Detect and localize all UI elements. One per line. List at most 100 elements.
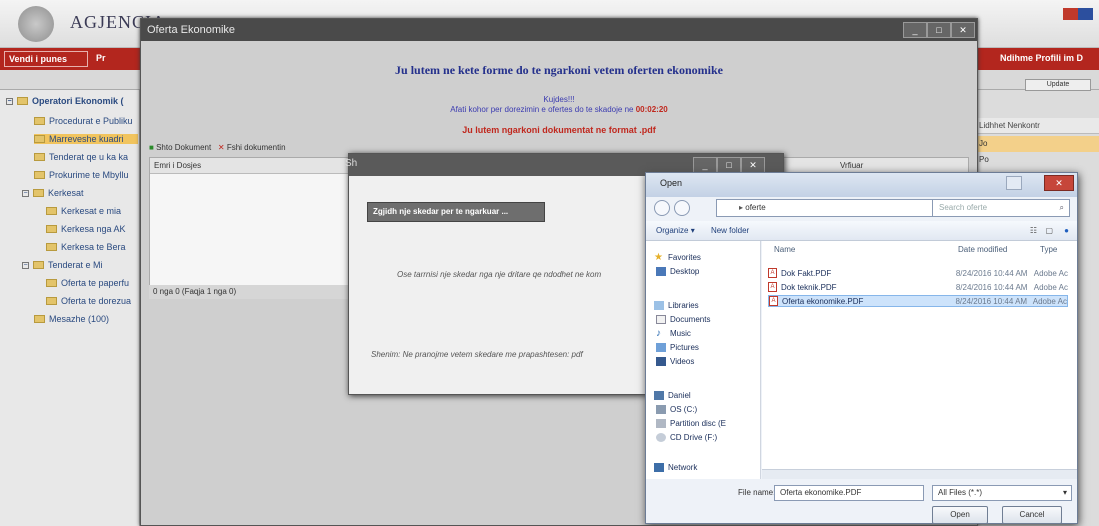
horizontal-scrollbar[interactable] <box>762 469 1077 479</box>
search-icon[interactable]: ⌕ <box>1060 200 1064 216</box>
nav-libraries[interactable]: Libraries <box>654 301 699 310</box>
nav-pictures[interactable]: Pictures <box>656 343 699 352</box>
nav-tab-pr[interactable]: Pr <box>96 53 106 63</box>
nav-music[interactable]: ♪ Music <box>656 328 691 339</box>
open-button[interactable]: Open <box>932 506 988 524</box>
file-type-select[interactable]: All Files (*.*) ▾ <box>932 485 1072 501</box>
view-icon[interactable]: ☷ <box>1030 221 1037 241</box>
sidebar-item-oferta-dorezuara[interactable]: Oferta te dorezua <box>46 296 131 306</box>
nav-cd-drive[interactable]: CD Drive (F:) <box>656 433 717 442</box>
nav-network[interactable]: Network <box>654 463 697 472</box>
nav-videos[interactable]: Videos <box>656 357 694 366</box>
folder-icon <box>33 261 44 269</box>
nav-partition[interactable]: Partition disc (E <box>656 419 726 428</box>
right-panel-row[interactable]: Po <box>975 152 1099 168</box>
collapse-icon[interactable]: − <box>22 261 29 269</box>
help-icon[interactable]: ● <box>1064 221 1069 241</box>
search-placeholder: Search oferte <box>939 203 988 212</box>
window-maximize-icon[interactable]: □ <box>927 22 951 38</box>
desktop-icon <box>656 267 666 276</box>
sidebar-item-oferta-paperfunduara[interactable]: Oferta te paperfu <box>46 278 129 288</box>
folder-icon <box>46 279 57 287</box>
nav-right-links[interactable]: Ndihme Profili im D <box>1000 53 1083 63</box>
nav-favorites[interactable]: ★ Favorites <box>654 252 701 263</box>
drive-icon <box>656 405 666 414</box>
forward-icon[interactable] <box>674 200 690 216</box>
folder-icon <box>33 189 44 197</box>
collapse-icon[interactable]: − <box>22 189 29 197</box>
right-panel-header: Lidhhet Nenkontr <box>975 118 1099 134</box>
upload-minimize-icon[interactable]: _ <box>693 157 717 173</box>
preview-icon[interactable]: ▢ <box>1045 221 1053 241</box>
deadline-text: Afati kohor per dorezimin e ofertes do t… <box>450 105 634 114</box>
file-row-selected[interactable]: A Oferta ekonomike.PDF 8/24/2016 10:44 A… <box>768 295 1068 307</box>
right-panel-row[interactable]: Jo <box>975 136 1099 152</box>
pictures-icon <box>656 343 666 352</box>
column-emri-dosjes[interactable]: Emri i Dosjes <box>154 161 201 170</box>
path-folder[interactable]: oferte <box>745 203 765 212</box>
nav-computer[interactable]: Daniel <box>654 391 691 400</box>
folder-icon <box>46 225 57 233</box>
sidebar-item-tenderat-qe[interactable]: Tenderat qe u ka ka <box>34 152 128 162</box>
open-minimize-icon[interactable] <box>1006 176 1022 190</box>
delete-document-button[interactable]: Fshi dokumentin <box>227 143 286 152</box>
choose-file-button[interactable]: Zgjidh nje skedar per te ngarkuar ... <box>367 202 545 222</box>
path-arrow-icon: ▸ <box>739 203 744 212</box>
sidebar-item-kerkesat-e-mia[interactable]: Kerkesat e mia <box>46 206 121 216</box>
star-icon: ★ <box>654 252 663 263</box>
sidebar-item-prokurime[interactable]: Prokurime te Mbyllu <box>34 170 129 180</box>
file-open-dialog: Open ✕ ▸ oferte Search oferte ⌕ Organize… <box>645 172 1078 524</box>
nav-os-drive[interactable]: OS (C:) <box>656 405 697 414</box>
open-close-icon[interactable]: ✕ <box>1044 175 1074 191</box>
upload-close-icon[interactable]: ✕ <box>741 157 765 173</box>
folder-icon <box>46 297 57 305</box>
nav-documents[interactable]: Documents <box>656 315 710 324</box>
nav-desktop[interactable]: Desktop <box>656 267 699 276</box>
file-row[interactable]: A Dok teknik.PDF 8/24/2016 10:44 AM Adob… <box>768 281 1068 293</box>
add-icon[interactable]: ■ <box>149 143 154 152</box>
upload-maximize-icon[interactable]: □ <box>717 157 741 173</box>
drive-icon <box>656 419 666 428</box>
command-bar: Organize ▾ New folder ☷ ▢ ● <box>646 221 1077 241</box>
add-document-button[interactable]: Shto Dokument <box>156 143 211 152</box>
sidebar-item-tenderat-e-mi[interactable]: − Tenderat e Mi <box>22 260 103 270</box>
network-icon <box>654 463 664 472</box>
column-date-modified[interactable]: Date modified <box>958 245 1007 254</box>
file-list: Name Date modified Type A Dok Fakt.PDF 8… <box>762 241 1077 479</box>
new-folder-button[interactable]: New folder <box>711 226 749 235</box>
file-name-input[interactable]: Oferta ekonomike.PDF <box>774 485 924 501</box>
window-minimize-icon[interactable]: _ <box>903 22 927 38</box>
navigation-pane: ★ Favorites Desktop Libraries Documents ♪… <box>646 241 761 479</box>
column-name[interactable]: Name <box>774 245 795 254</box>
music-icon: ♪ <box>656 328 661 339</box>
sidebar-item-kerkesa-nga-ak[interactable]: Kerkesa nga AK <box>46 224 126 234</box>
agency-logo <box>18 6 54 42</box>
videos-icon <box>656 357 666 366</box>
pdf-file-icon: A <box>768 268 777 278</box>
pdf-file-icon: A <box>769 296 778 306</box>
pdf-file-icon: A <box>768 282 777 292</box>
flag-icon[interactable] <box>1063 8 1093 20</box>
search-input[interactable]: Search oferte ⌕ <box>932 199 1070 217</box>
folder-icon <box>34 153 45 161</box>
nav-tab-vendi-i-punes[interactable]: Vendi i punes <box>4 51 88 67</box>
folder-icon <box>34 135 45 143</box>
info-deadline: Afati kohor per dorezimin e ofertes do t… <box>141 105 977 114</box>
file-row[interactable]: A Dok Fakt.PDF 8/24/2016 10:44 AM Adobe … <box>768 267 1068 279</box>
cancel-button[interactable]: Cancel <box>1002 506 1062 524</box>
delete-icon[interactable]: ✕ <box>218 143 225 152</box>
back-icon[interactable] <box>654 200 670 216</box>
sidebar-item-procedurat[interactable]: Procedurat e Publiku <box>34 116 133 126</box>
computer-icon <box>654 391 664 400</box>
sidebar-item-marreveshe[interactable]: Marreveshe kuadri <box>34 134 138 144</box>
collapse-icon[interactable]: − <box>6 97 13 105</box>
folder-icon <box>34 171 45 179</box>
sidebar-item-mesazhe[interactable]: Mesazhe (100) <box>34 314 109 324</box>
update-button[interactable]: Update <box>1025 79 1091 91</box>
organize-menu[interactable]: Organize <box>656 226 688 235</box>
column-type[interactable]: Type <box>1040 245 1057 254</box>
sidebar-item-kerkesat[interactable]: − Kerkesat <box>22 188 84 198</box>
tree-root[interactable]: − Operatori Ekonomik ( <box>6 96 124 106</box>
sidebar-item-kerkesa-te-bera[interactable]: Kerkesa te Bera <box>46 242 126 252</box>
window-close-icon[interactable]: ✕ <box>951 22 975 38</box>
